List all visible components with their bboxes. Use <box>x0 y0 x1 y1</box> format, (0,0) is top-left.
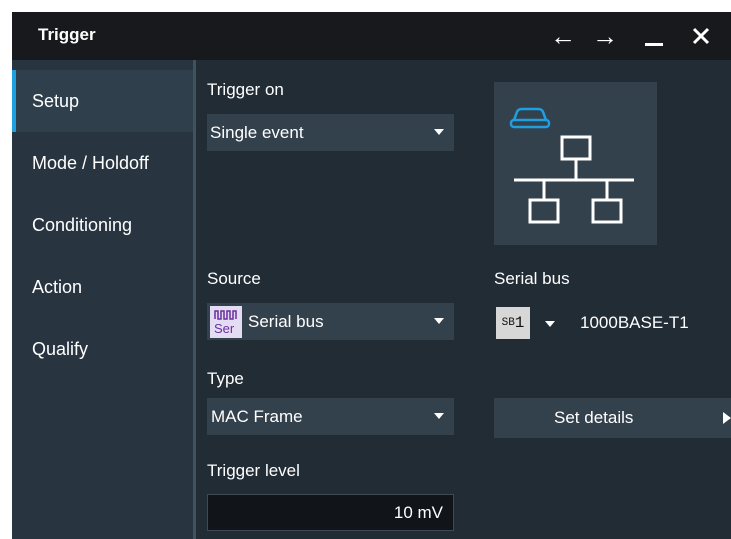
source-value: Serial bus <box>248 311 324 331</box>
sidebar-item-mode-holdoff[interactable]: Mode / Holdoff <box>12 132 193 194</box>
sidebar-divider <box>193 60 196 539</box>
chevron-down-icon <box>434 413 444 419</box>
set-details-label: Set details <box>554 408 634 427</box>
type-value: MAC Frame <box>211 406 303 426</box>
sidebar-item-action[interactable]: Action <box>12 256 193 318</box>
chevron-right-icon <box>723 412 731 424</box>
minimize-icon[interactable] <box>637 18 671 54</box>
serial-bus-network-icon <box>494 82 657 245</box>
trigger-on-label: Trigger on <box>207 80 284 99</box>
trigger-dialog: Trigger ← → Setup Mode / Holdoff Conditi… <box>12 12 731 539</box>
title-bar: Trigger ← → <box>12 12 731 60</box>
dialog-title: Trigger <box>38 25 96 44</box>
sidebar-item-label: Conditioning <box>32 214 133 235</box>
type-dropdown[interactable]: MAC Frame <box>207 398 454 435</box>
arrow-right-icon[interactable]: → <box>588 18 622 54</box>
sidebar-item-qualify[interactable]: Qualify <box>12 318 193 380</box>
chevron-down-icon[interactable] <box>545 321 555 327</box>
serial-bus-icon: Ser <box>210 305 242 338</box>
source-label: Source <box>207 269 261 288</box>
type-label: Type <box>207 369 244 388</box>
sidebar-item-conditioning[interactable]: Conditioning <box>12 194 193 256</box>
sidebar-item-label: Qualify <box>32 338 89 359</box>
close-icon[interactable] <box>684 18 718 54</box>
sidebar-item-label: Action <box>32 276 83 297</box>
trigger-on-dropdown[interactable]: Single event <box>207 114 454 151</box>
serial-bus-protocol: 1000BASE-T1 <box>580 313 689 332</box>
serial-bus-selector[interactable]: SB 1 <box>496 307 530 339</box>
serial-bus-label: Serial bus <box>494 269 570 288</box>
sidebar: Setup Mode / Holdoff Conditioning Action… <box>12 60 193 539</box>
trigger-on-value: Single event <box>210 122 304 142</box>
serial-bus-prefix: SB <box>501 317 515 329</box>
sidebar-item-label: Setup <box>32 90 80 111</box>
set-details-button[interactable]: Set details <box>494 398 731 438</box>
trigger-level-input[interactable]: 10 mV <box>207 494 454 531</box>
chevron-down-icon <box>434 129 444 135</box>
arrow-left-icon[interactable]: ← <box>546 18 580 54</box>
serial-bus-icon-text: Ser <box>214 320 235 336</box>
chevron-down-icon <box>434 318 444 324</box>
serial-bus-number: 1 <box>514 314 525 332</box>
sidebar-item-label: Mode / Holdoff <box>32 152 149 173</box>
trigger-level-label: Trigger level <box>207 461 300 480</box>
source-dropdown[interactable]: Ser Serial bus <box>207 303 454 340</box>
sidebar-item-setup[interactable]: Setup <box>12 70 193 132</box>
